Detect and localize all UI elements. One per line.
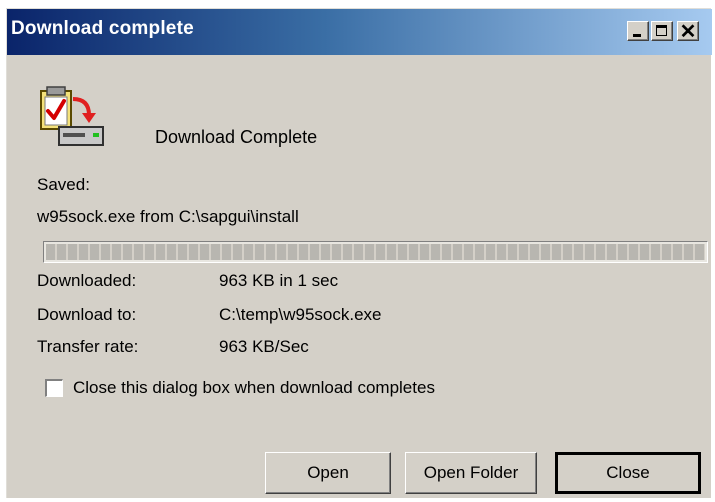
transfer-rate-label: Transfer rate:: [37, 337, 139, 356]
download-complete-icon: [40, 86, 104, 146]
progress-fill: [46, 244, 705, 260]
maximize-button[interactable]: [651, 21, 673, 41]
download-dialog: Download complete ✕ Download Complete Sa…: [6, 8, 712, 498]
close-button[interactable]: Close: [555, 452, 701, 494]
downloaded-value: 963 KB in 1 sec: [219, 271, 339, 290]
minimize-button[interactable]: [627, 21, 649, 41]
title-bar[interactable]: Download complete ✕: [7, 9, 712, 55]
download-progress-bar: [43, 241, 708, 263]
download-to-label: Download to:: [37, 305, 137, 324]
close-on-complete-checkbox[interactable]: [45, 379, 63, 397]
download-heading: Download Complete: [155, 127, 318, 147]
open-button[interactable]: Open: [265, 452, 391, 494]
maximize-icon: [656, 25, 667, 36]
saved-detail: w95sock.exe from C:\sapgui\install: [37, 207, 299, 226]
open-folder-button[interactable]: Open Folder: [405, 452, 537, 494]
transfer-rate-value: 963 KB/Sec: [219, 337, 309, 356]
downloaded-label: Downloaded:: [37, 271, 137, 290]
close-on-complete-label[interactable]: Close this dialog box when download comp…: [73, 378, 435, 398]
download-to-value: C:\temp\w95sock.exe: [219, 305, 382, 324]
window-title: Download complete: [11, 18, 194, 39]
saved-label: Saved:: [37, 175, 90, 194]
minimize-icon: [633, 34, 641, 37]
title-close-button[interactable]: ✕: [677, 21, 699, 43]
close-icon: ✕: [679, 21, 697, 43]
